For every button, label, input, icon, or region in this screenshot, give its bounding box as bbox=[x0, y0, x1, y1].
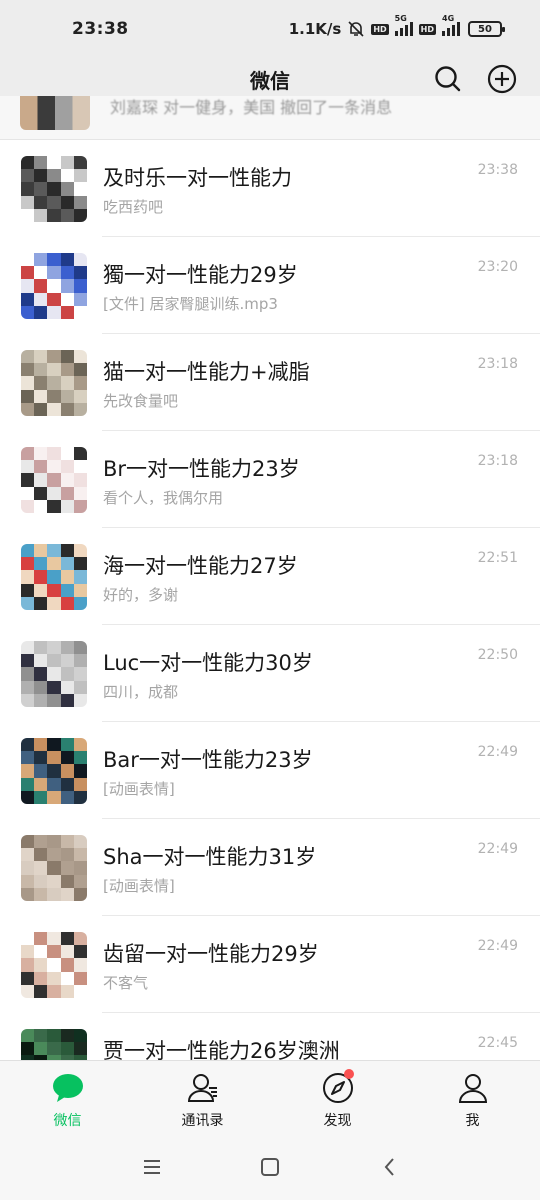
chat-time: 23:18 bbox=[477, 356, 518, 372]
tab-label: 发现 bbox=[323, 1113, 352, 1129]
bottom-tab-bar: 微信 通讯录 发现 我 bbox=[0, 1060, 540, 1135]
tab-label: 我 bbox=[465, 1113, 480, 1129]
tab-discover[interactable]: 发现 bbox=[270, 1061, 405, 1135]
chat-name: 及时乐一对一性能力 bbox=[103, 166, 292, 190]
back-chevron-icon bbox=[384, 1158, 394, 1176]
chat-name: 獨一对一性能力29岁 bbox=[103, 263, 298, 287]
chat-preview: 看个人，我偶尔用 bbox=[103, 489, 224, 507]
chat-list-item[interactable]: Br一对一性能力23岁看个人，我偶尔用 23:18 bbox=[0, 431, 540, 528]
chat-name: Luc一对一性能力30岁 bbox=[103, 651, 313, 675]
chat-list-item[interactable]: 海一对一性能力27岁好的，多谢 22:51 bbox=[0, 528, 540, 625]
chat-preview: [文件] 居家臀腿训练.mp3 bbox=[103, 295, 278, 313]
chat-preview: 不客气 bbox=[103, 974, 149, 992]
chat-preview: 四川，成都 bbox=[103, 683, 179, 701]
tab-chats[interactable]: 微信 bbox=[0, 1061, 135, 1135]
chat-list-item[interactable]: 獨一对一性能力29岁 [文件] 居家臀腿训练.mp3 23:20 bbox=[0, 237, 540, 334]
avatar bbox=[21, 641, 87, 707]
avatar bbox=[21, 447, 87, 513]
pinned-chat-row[interactable]: 刘嘉琛 对一健身，美国 撤回了一条消息 bbox=[0, 96, 540, 140]
pinned-chat-text: 刘嘉琛 对一健身，美国 撤回了一条消息 bbox=[110, 98, 393, 117]
chat-time: 23:18 bbox=[477, 453, 518, 469]
hd-icon: HD bbox=[418, 23, 436, 35]
contacts-icon bbox=[187, 1074, 217, 1102]
avatar bbox=[21, 835, 87, 901]
chat-preview: 好的，多谢 bbox=[103, 586, 179, 604]
avatar bbox=[21, 544, 87, 610]
back-button[interactable] bbox=[378, 1155, 402, 1179]
search-button[interactable] bbox=[432, 63, 464, 95]
chat-time: 22:49 bbox=[477, 938, 518, 954]
5g-signal-icon: 5G bbox=[394, 14, 413, 36]
chat-list-item[interactable]: Luc一对一性能力30岁四川，成都 22:50 bbox=[0, 625, 540, 722]
avatar bbox=[21, 932, 87, 998]
4g-signal-icon: 4G bbox=[442, 14, 460, 36]
battery-icon: 50 bbox=[468, 21, 505, 37]
chat-preview: 吃西药吧 bbox=[103, 198, 164, 216]
chat-time: 23:38 bbox=[477, 162, 518, 178]
chat-list-item[interactable]: 及时乐一对一性能力吃西药吧 23:38 bbox=[0, 140, 540, 237]
system-nav-bar bbox=[0, 1135, 540, 1200]
chat-time: 23:20 bbox=[477, 259, 518, 275]
menu-button[interactable] bbox=[140, 1155, 164, 1179]
tab-contacts[interactable]: 通讯录 bbox=[135, 1061, 270, 1135]
chat-list: 及时乐一对一性能力吃西药吧 23:38 獨一对一性能力29岁 [文件] 居家臀腿训练.… bbox=[0, 140, 540, 1110]
chat-name: Br一对一性能力23岁 bbox=[103, 457, 300, 481]
chat-list-item[interactable]: Bar一对一性能力23岁 [动画表情] 22:49 bbox=[0, 722, 540, 819]
add-button[interactable] bbox=[486, 63, 518, 95]
chat-time: 22:45 bbox=[477, 1035, 518, 1051]
network-speed: 1.1K/s bbox=[288, 20, 342, 38]
chat-time: 22:51 bbox=[477, 550, 518, 566]
tab-label: 通讯录 bbox=[181, 1113, 224, 1129]
person-icon bbox=[458, 1074, 487, 1103]
chat-preview: 先改食量吧 bbox=[103, 392, 179, 410]
chat-preview: [动画表情] bbox=[103, 877, 175, 895]
home-square-icon bbox=[261, 1158, 279, 1176]
avatar bbox=[21, 253, 87, 319]
mute-bell-icon bbox=[348, 21, 364, 37]
chat-name: Sha一对一性能力31岁 bbox=[103, 845, 317, 869]
chat-bubble-icon bbox=[52, 1074, 83, 1102]
chat-time: 22:49 bbox=[477, 841, 518, 857]
search-icon bbox=[435, 66, 461, 92]
add-circle-icon bbox=[487, 64, 517, 94]
tab-label: 微信 bbox=[53, 1113, 82, 1129]
hd-icon: HD bbox=[371, 23, 389, 35]
chat-time: 22:49 bbox=[477, 744, 518, 760]
chat-preview: [动画表情] bbox=[103, 780, 175, 798]
status-icons: 1.1K/s HD 5G HD 4G 50 bbox=[288, 14, 505, 38]
avatar bbox=[21, 350, 87, 416]
chat-list-item[interactable]: 齿留一对一性能力29岁不客气 22:49 bbox=[0, 916, 540, 1013]
home-button[interactable] bbox=[258, 1155, 282, 1179]
avatar bbox=[20, 96, 90, 130]
chat-name: Bar一对一性能力23岁 bbox=[103, 748, 313, 772]
chat-list-item[interactable]: 猫一对一性能力+减脂先改食量吧 23:18 bbox=[0, 334, 540, 431]
chat-list-item[interactable]: Sha一对一性能力31岁 [动画表情] 22:49 bbox=[0, 819, 540, 916]
status-bar: 23:38 1.1K/s HD 5G HD 4G 50 bbox=[0, 0, 540, 58]
avatar bbox=[21, 156, 87, 222]
tab-me[interactable]: 我 bbox=[405, 1061, 540, 1135]
chat-name: 齿留一对一性能力29岁 bbox=[103, 942, 319, 966]
chat-name: 海一对一性能力27岁 bbox=[103, 554, 298, 578]
avatar bbox=[21, 738, 87, 804]
menu-icon bbox=[144, 1160, 160, 1174]
chat-name: 猫一对一性能力+减脂 bbox=[103, 360, 310, 384]
notification-dot bbox=[344, 1069, 354, 1079]
status-time: 23:38 bbox=[72, 19, 129, 39]
chat-time: 22:50 bbox=[477, 647, 518, 663]
